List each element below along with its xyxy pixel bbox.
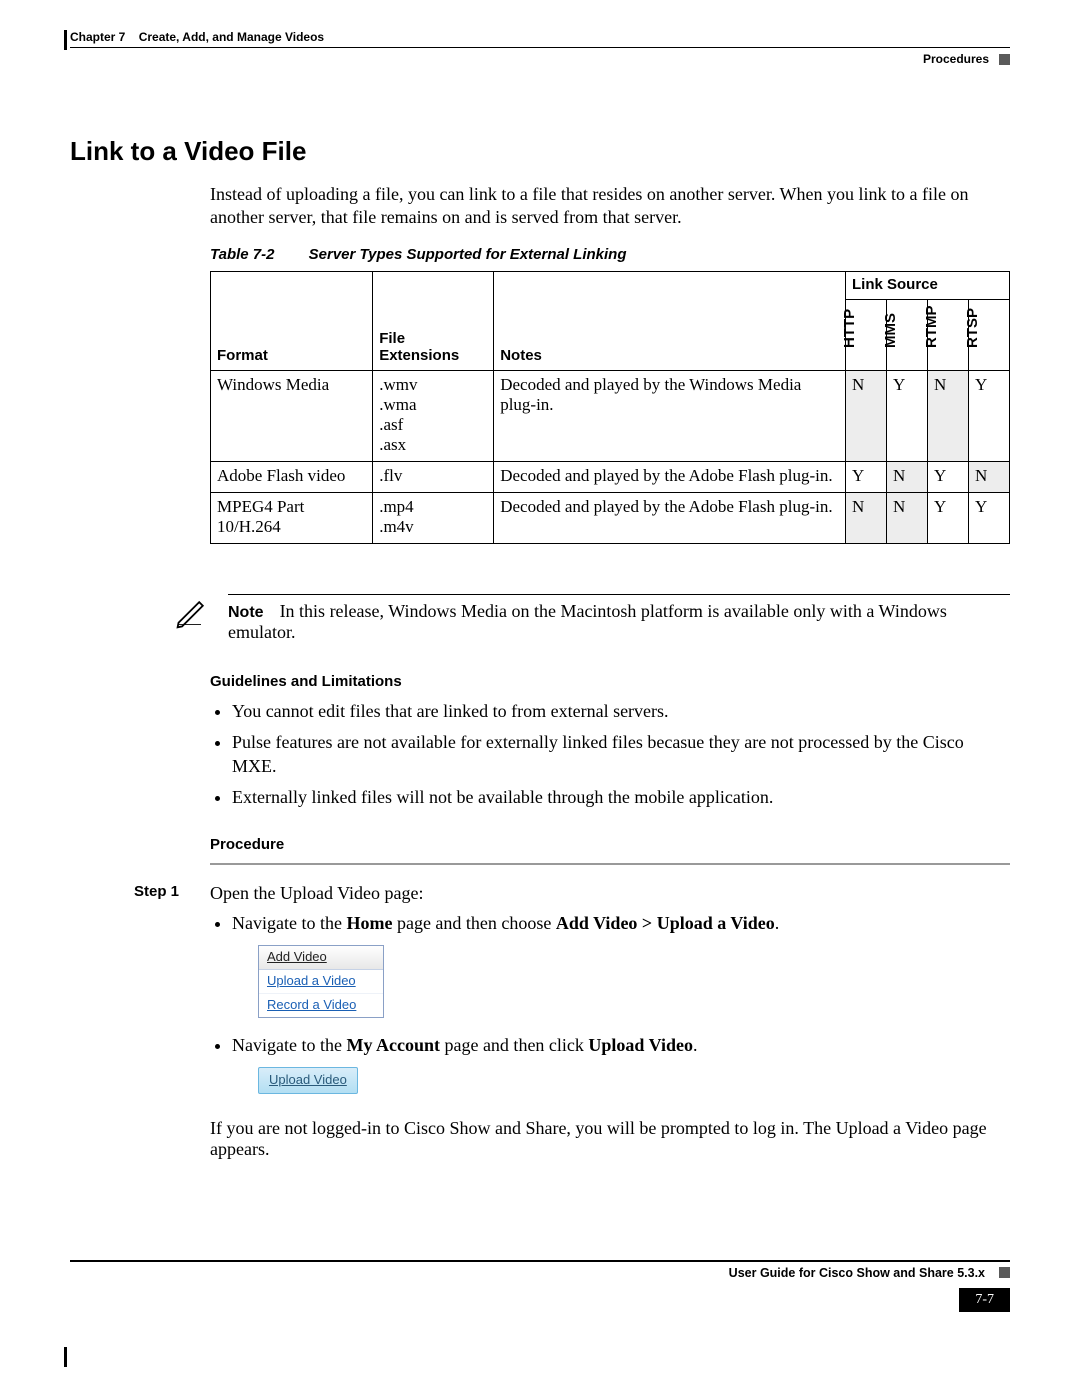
table-row: MPEG4 Part 10/H.264 .mp4 .m4v Decoded an… xyxy=(211,492,1010,543)
list-item: Pulse features are not available for ext… xyxy=(232,731,1010,778)
col-link-source: Link Source xyxy=(846,271,1010,299)
note-label: Note xyxy=(228,604,264,621)
running-head: Chapter 7 Create, Add, and Manage Videos xyxy=(70,30,1010,48)
table-number: Table 7-2 xyxy=(210,246,274,263)
add-video-dropdown-image: Add Video Upload a Video Record a Video xyxy=(258,945,384,1018)
table-row: Windows Media .wmv .wma .asf .asx Decode… xyxy=(211,370,1010,461)
step-closing: If you are not logged-in to Cisco Show a… xyxy=(210,1118,1010,1160)
dropdown-item: Record a Video xyxy=(259,994,383,1017)
list-item: You cannot edit files that are linked to… xyxy=(232,700,1010,723)
page-number-badge: 7-7 xyxy=(959,1288,1010,1312)
header-marker-icon xyxy=(999,54,1010,65)
table-title: Server Types Supported for External Link… xyxy=(309,246,627,263)
step-intro: Open the Upload Video page: xyxy=(210,883,1010,904)
col-notes: Notes xyxy=(494,271,846,370)
dropdown-item: Upload a Video xyxy=(259,970,383,994)
guidelines-list: You cannot edit files that are linked to… xyxy=(210,700,1010,810)
chapter-title: Create, Add, and Manage Videos xyxy=(139,30,324,44)
list-item: Navigate to the My Account page and then… xyxy=(232,1034,1010,1110)
col-ext: File Extensions xyxy=(373,271,494,370)
dropdown-head: Add Video xyxy=(259,946,383,970)
footer-rule xyxy=(70,1260,1010,1262)
note-text: In this release, Windows Media on the Ma… xyxy=(228,601,947,642)
guidelines-heading: Guidelines and Limitations xyxy=(210,673,1010,690)
upload-video-button-image: Upload Video xyxy=(258,1067,358,1094)
table-row: Adobe Flash video .flv Decoded and playe… xyxy=(211,461,1010,492)
table-caption: Table 7-2 Server Types Supported for Ext… xyxy=(210,246,1010,263)
section-label: Procedures xyxy=(923,52,989,66)
chapter-number: Chapter 7 xyxy=(70,30,125,44)
note-rule xyxy=(228,594,1010,595)
server-types-table: Format File Extensions Notes Link Source… xyxy=(210,271,1010,544)
footer-marker-icon xyxy=(999,1267,1010,1278)
note-icon xyxy=(174,617,210,634)
procedure-rule xyxy=(210,863,1010,866)
crop-mark xyxy=(64,30,67,50)
footer-guide: User Guide for Cisco Show and Share 5.3.… xyxy=(729,1266,985,1280)
intro-paragraph: Instead of uploading a file, you can lin… xyxy=(210,183,1010,230)
crop-mark xyxy=(64,1347,67,1367)
page-title: Link to a Video File xyxy=(70,136,1010,167)
col-rtsp: RTSP xyxy=(969,299,1010,370)
procedure-heading: Procedure xyxy=(210,836,1010,853)
list-item: Externally linked files will not be avai… xyxy=(232,786,1010,809)
col-format: Format xyxy=(211,271,373,370)
step-label: Step 1 xyxy=(134,883,190,1160)
list-item: Navigate to the Home page and then choos… xyxy=(232,912,1010,1018)
